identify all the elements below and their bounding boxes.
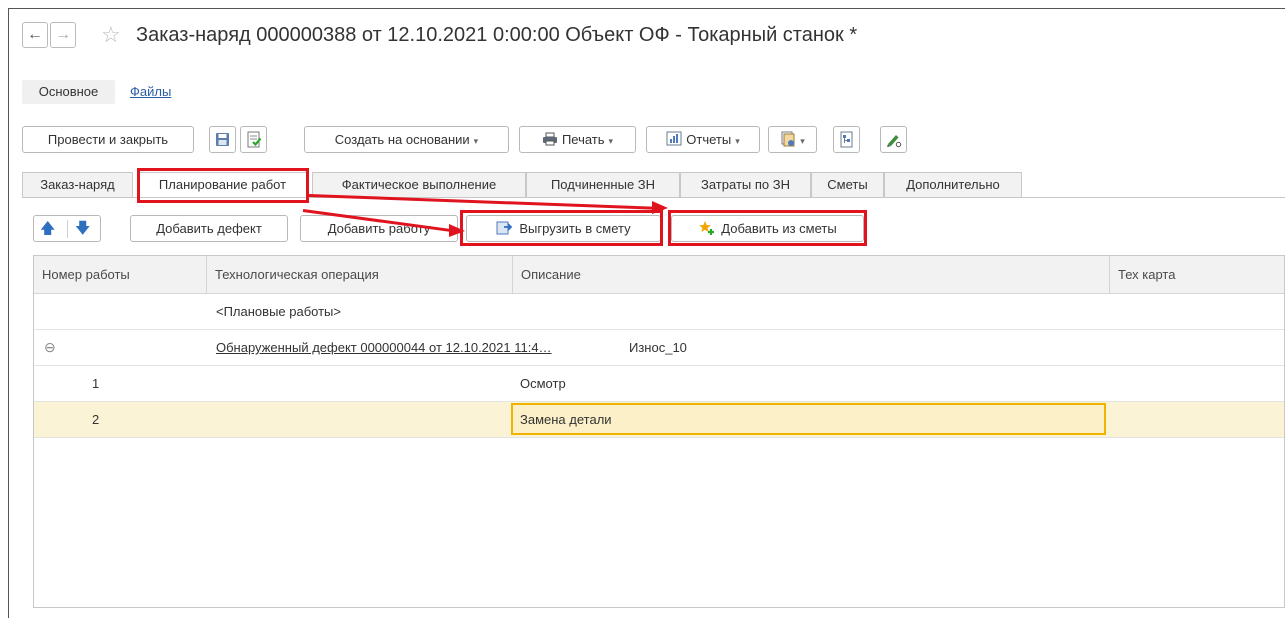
- structure-button[interactable]: [833, 126, 860, 153]
- page-title: Заказ-наряд 000000388 от 12.10.2021 0:00…: [136, 24, 858, 46]
- column-header-tech-card[interactable]: Тех карта: [1109, 256, 1284, 293]
- annotation-arrowhead: [652, 201, 668, 214]
- table-row[interactable]: 1 Осмотр: [34, 366, 1284, 402]
- reports-dropdown[interactable]: Отчеты ▾: [646, 126, 760, 153]
- print-dropdown[interactable]: Печать ▾: [519, 126, 636, 153]
- annotation-highlight-tab: [137, 168, 309, 203]
- tab-estimates[interactable]: Сметы: [811, 172, 884, 198]
- create-based-on-dropdown[interactable]: Создать на основании ▾: [304, 126, 509, 153]
- operation-cell: <Плановые работы>: [216, 304, 341, 319]
- collapse-group-icon[interactable]: ⊖: [44, 330, 56, 365]
- print-label: Печать: [561, 132, 605, 147]
- chevron-down-icon: ▾: [800, 136, 805, 146]
- reports-label: Отчеты: [686, 132, 732, 147]
- tab-order-costs[interactable]: Затраты по ЗН: [680, 172, 811, 198]
- section-files-link[interactable]: Файлы: [130, 80, 171, 104]
- column-header-description[interactable]: Описание: [512, 256, 1109, 293]
- defect-link[interactable]: Обнаруженный дефект 000000044 от 12.10.2…: [216, 330, 552, 365]
- save-button[interactable]: [209, 126, 236, 153]
- table-row[interactable]: ⊖ Обнаруженный дефект 000000044 от 12.10…: [34, 330, 1284, 366]
- forward-arrow-icon: →: [55, 26, 71, 43]
- tab-actual-execution[interactable]: Фактическое выполнение: [312, 172, 526, 198]
- favorite-star-icon[interactable]: ☆: [101, 22, 121, 48]
- back-arrow-icon: ←: [27, 26, 43, 43]
- printer-icon: [542, 132, 557, 146]
- back-button[interactable]: ←: [22, 22, 48, 48]
- post-document-button[interactable]: [240, 126, 267, 153]
- move-down-icon[interactable]: 🡇: [75, 216, 90, 241]
- post-and-close-button[interactable]: Провести и закрыть: [22, 126, 194, 153]
- pen-icon: [887, 135, 902, 148]
- chevron-down-icon: ▾: [735, 136, 740, 146]
- related-documents-icon: [781, 131, 795, 147]
- sign-button[interactable]: [880, 126, 907, 153]
- column-header-work-number[interactable]: Номер работы: [34, 256, 206, 293]
- section-main[interactable]: Основное: [22, 80, 115, 104]
- annotation-highlight-add-from-estimate: [668, 210, 867, 246]
- table-header: Номер работы Технологическая операция Оп…: [34, 256, 1284, 294]
- post-document-icon: [247, 131, 262, 148]
- work-number-cell: 1: [92, 376, 100, 391]
- description-cell: Износ_10: [629, 340, 687, 355]
- forward-button[interactable]: →: [50, 22, 76, 48]
- reports-icon: [666, 131, 682, 146]
- table-row-selected[interactable]: 2 Замена детали: [34, 402, 1284, 438]
- works-table[interactable]: Номер работы Технологическая операция Оп…: [33, 255, 1285, 608]
- move-up-icon[interactable]: 🡅: [40, 216, 55, 241]
- annotation-highlight-export: [460, 210, 663, 246]
- chevron-down-icon: ▾: [608, 136, 614, 146]
- separator: [67, 220, 68, 238]
- description-cell-active[interactable]: Замена детали: [511, 403, 1106, 435]
- create-based-on-label: Создать на основании: [334, 132, 470, 147]
- description-cell: Осмотр: [520, 376, 566, 391]
- tab-additional[interactable]: Дополнительно: [884, 172, 1022, 198]
- chevron-down-icon: ▾: [473, 136, 479, 146]
- work-number-cell: 2: [92, 412, 100, 427]
- move-buttons-group: 🡅 🡇: [33, 215, 101, 242]
- add-defect-button[interactable]: Добавить дефект: [130, 215, 288, 242]
- save-icon: [216, 133, 229, 146]
- tab-work-order[interactable]: Заказ-наряд: [22, 172, 133, 198]
- annotation-arrowhead: [449, 224, 465, 237]
- structure-icon: [840, 131, 853, 148]
- related-documents-dropdown[interactable]: ▾: [768, 126, 817, 153]
- tab-subordinate-orders[interactable]: Подчиненные ЗН: [526, 172, 680, 198]
- column-header-operation[interactable]: Технологическая операция: [206, 256, 512, 293]
- table-row[interactable]: <Плановые работы>: [34, 294, 1284, 330]
